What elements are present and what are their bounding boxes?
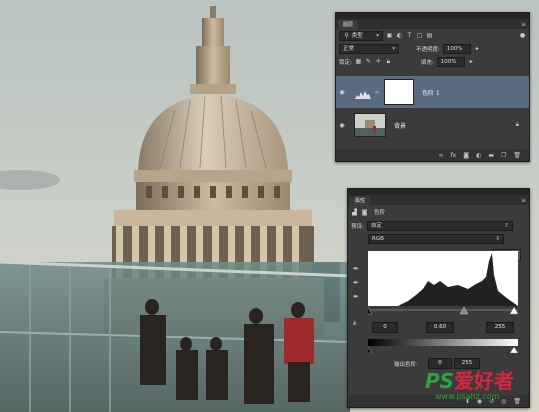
channel-value: RGB <box>372 235 384 242</box>
filter-kind-value: 类型 <box>351 32 363 39</box>
panel-menu-icon[interactable]: ≡ <box>521 21 529 29</box>
filter-adjustment-icon[interactable]: ◐ <box>396 32 403 39</box>
lock-all-icon[interactable]: 🔒︎ <box>385 58 392 65</box>
filter-type-icon[interactable]: T <box>406 32 413 39</box>
filter-shape-icon[interactable]: ▢ <box>416 32 423 39</box>
preset-label: 预设: <box>351 223 364 230</box>
histogram <box>368 251 518 306</box>
trash-icon[interactable]: 🗑︎ <box>513 398 521 405</box>
opacity-label: 不透明度: <box>416 46 440 53</box>
visibility-eye-icon[interactable]: ◉ <box>336 89 348 96</box>
chevron-down-icon: ⇕ <box>504 222 509 229</box>
chevron-down-icon: ▾ <box>392 45 395 52</box>
black-eyedropper-icon[interactable]: ✒ <box>353 265 359 273</box>
layer-style-icon[interactable]: fx <box>451 152 457 159</box>
layer-mask-thumbnail[interactable] <box>384 79 414 105</box>
mask-icon[interactable]: ◙ <box>361 209 368 216</box>
tab-properties[interactable]: 属性 <box>350 196 371 205</box>
lock-transparent-icon[interactable]: ▦ <box>355 58 362 65</box>
filter-smart-icon[interactable]: ▤ <box>426 32 433 39</box>
new-layer-icon[interactable]: ❐ <box>501 152 506 159</box>
chevron-down-icon: ▾ <box>376 32 379 39</box>
tab-layers[interactable]: 图层 <box>338 20 359 29</box>
output-gradient[interactable] <box>368 339 518 353</box>
watermark-logo: PS爱好者 <box>425 369 515 393</box>
filter-kind-select[interactable]: ⚲ 类型 ▾ <box>339 30 383 41</box>
trash-icon[interactable]: 🗑︎ <box>513 152 521 159</box>
output-white-field[interactable]: 255 <box>454 358 480 369</box>
layer-name[interactable]: 背景 <box>394 121 406 130</box>
add-mask-icon[interactable]: ◙ <box>463 152 469 159</box>
filter-pixel-icon[interactable]: ▣ <box>386 32 393 39</box>
lock-pixels-icon[interactable]: ✎ <box>365 58 372 65</box>
blend-mode-value: 正常 <box>343 45 355 52</box>
lock-position-icon[interactable]: ✛ <box>375 58 382 65</box>
gray-eyedropper-icon[interactable]: ✒ <box>353 279 359 287</box>
opacity-input[interactable]: 100% <box>442 43 471 54</box>
search-icon: ⚲ <box>344 31 349 39</box>
layer-row-levels[interactable]: ◉ ∞ 色阶 1 <box>336 76 529 108</box>
input-black-field[interactable]: 0 <box>372 322 398 333</box>
adjustment-title: 色阶 <box>374 210 386 216</box>
chevron-down-icon: ⇕ <box>495 235 500 242</box>
lock-icon: 🔒︎ <box>515 121 519 128</box>
panel-menu-icon[interactable]: ≡ <box>521 197 529 205</box>
input-gamma-field[interactable]: 0.60 <box>426 322 454 333</box>
layer-row-background[interactable]: ◉ 背景 🔒︎ <box>336 109 529 141</box>
output-label: 输出色阶: <box>394 362 418 368</box>
visibility-eye-icon[interactable]: ◉ <box>336 122 348 129</box>
watermark: PS爱好者 www.psahz.com <box>425 370 514 401</box>
clipping-warning-icon[interactable]: ◭ <box>353 320 357 326</box>
levels-adjustment-icon: ▟ <box>352 208 357 216</box>
new-group-icon[interactable]: ▬ <box>488 152 494 159</box>
link-layers-icon[interactable]: ∞ <box>439 152 444 159</box>
preset-select[interactable]: 自定 ⇕ <box>366 220 513 231</box>
fill-caret-icon[interactable]: ▸ <box>468 58 475 65</box>
new-adjustment-icon[interactable]: ◐ <box>476 152 481 159</box>
link-chain-icon[interactable]: ∞ <box>375 89 380 96</box>
layer-thumbnail <box>354 113 386 137</box>
white-eyedropper-icon[interactable]: ✒ <box>353 293 359 301</box>
fill-input[interactable]: 100% <box>436 56 465 67</box>
fill-label: 填充: <box>420 59 434 66</box>
input-white-field[interactable]: 255 <box>486 322 514 333</box>
blend-mode-select[interactable]: 正常 ▾ <box>339 43 399 54</box>
output-black-field[interactable]: 0 <box>428 358 452 369</box>
layer-name[interactable]: 色阶 1 <box>422 88 440 97</box>
input-slider[interactable] <box>368 307 518 315</box>
lock-label: 锁定: <box>339 59 352 66</box>
opacity-caret-icon[interactable]: ▸ <box>474 45 481 52</box>
watermark-url: www.psahz.com <box>435 392 500 401</box>
filter-toggle-icon[interactable]: ● <box>519 32 526 39</box>
layers-panel: 图层 ≡ ⚲ 类型 ▾ ▣ ◐ T ▢ ▤ ● 正常 ▾ 不透明度: 100% … <box>335 12 530 162</box>
channel-select[interactable]: RGB ⇕ <box>368 233 504 244</box>
levels-adjustment-icon <box>354 85 372 99</box>
layers-footer: ∞ fx ◙ ◐ ▬ ❐ 🗑︎ <box>336 149 529 161</box>
preset-value: 自定 <box>370 222 382 229</box>
